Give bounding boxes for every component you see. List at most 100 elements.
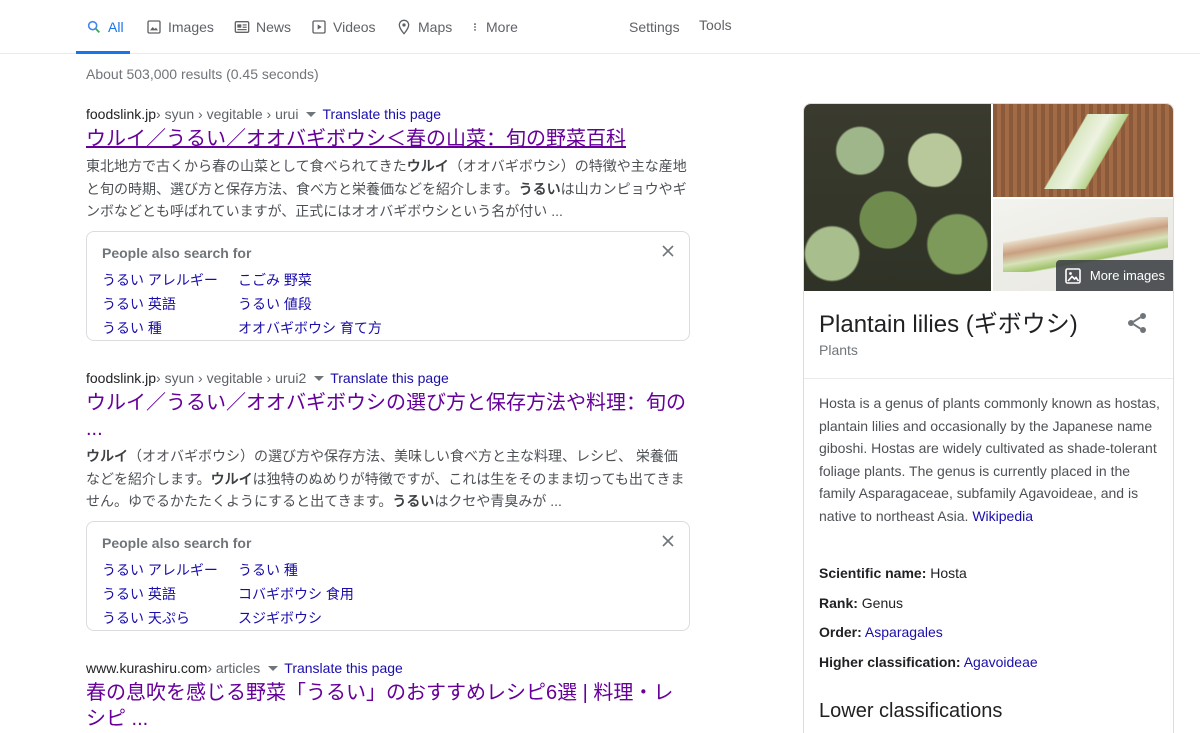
pasf-link[interactable]: うるい 英語 <box>102 582 238 606</box>
fact-rank: Rank: Genus <box>819 595 903 611</box>
translate-link[interactable]: Translate this page <box>322 106 441 122</box>
people-also-search-box: People also search for うるい アレルギー こごみ 野菜 … <box>86 231 690 341</box>
result-snippet: 東北地方で古くから春の山菜として食べられてきたウルイ（オオバギボウシ）の特徴や主… <box>86 155 690 223</box>
pasf-link[interactable]: うるい 値段 <box>238 292 438 316</box>
result-path: › articles <box>207 660 261 676</box>
pasf-link[interactable]: スジギボウシ <box>238 606 438 630</box>
search-icon <box>87 20 100 33</box>
pasf-link[interactable]: オオバギボウシ 育て方 <box>238 316 438 340</box>
search-result: foodslink.jp › syun › vegitable › urui T… <box>86 104 690 223</box>
search-result: foodslink.jp › syun › vegitable › urui2 … <box>86 368 690 513</box>
pasf-link[interactable]: うるい 天ぷら <box>102 606 238 630</box>
translate-link[interactable]: Translate this page <box>330 370 449 386</box>
result-stats: About 503,000 results (0.45 seconds) <box>86 66 319 82</box>
pasf-link[interactable]: うるい 英語 <box>102 292 238 316</box>
close-icon[interactable] <box>659 532 677 550</box>
caret-down-icon[interactable] <box>268 665 279 671</box>
pasf-title: People also search for <box>102 535 252 551</box>
result-url[interactable]: www.kurashiru.com › articles Translate t… <box>86 658 690 678</box>
caret-down-icon[interactable] <box>306 111 317 117</box>
result-url[interactable]: foodslink.jp › syun › vegitable › urui2 … <box>86 368 690 388</box>
hosta-garden-photo[interactable] <box>804 104 991 291</box>
result-snippet: ウルイ（オオバギボウシ）の選び方や保存方法、美味しい食べ方と主な料理、レシピ、 … <box>86 445 690 513</box>
image-collage: More images <box>804 104 1173 291</box>
pasf-link[interactable]: うるい 種 <box>102 316 238 340</box>
tab-videos[interactable]: Videos <box>311 0 376 54</box>
pasf-link[interactable]: うるい 種 <box>238 558 438 582</box>
tab-more-label: More <box>486 19 518 35</box>
snippet-highlight: ウルイ <box>86 448 128 464</box>
image-icon <box>147 20 161 34</box>
play-icon <box>312 20 326 34</box>
result-url[interactable]: foodslink.jp › syun › vegitable › urui T… <box>86 104 690 124</box>
tab-images-label: Images <box>168 19 214 35</box>
snippet-highlight: ウルイ <box>210 470 253 487</box>
pasf-link[interactable]: こごみ 野菜 <box>238 268 438 292</box>
people-also-search-box: People also search for うるい アレルギー うるい 種 う… <box>86 521 690 631</box>
tab-news[interactable]: News <box>234 0 291 54</box>
search-result: www.kurashiru.com › articles Translate t… <box>86 658 690 732</box>
settings-link[interactable]: Settings <box>629 0 680 54</box>
snippet-text: はクセや青臭みが ... <box>434 493 562 509</box>
tab-videos-label: Videos <box>333 19 376 35</box>
tools-link[interactable]: Tools <box>699 0 732 52</box>
fact-label: Scientific name: <box>819 565 927 581</box>
entity-subtitle: Plants <box>819 342 858 358</box>
result-domain: foodslink.jp <box>86 370 157 386</box>
newspaper-icon <box>234 21 250 33</box>
result-title-link[interactable]: 春の息吹を感じる野菜「うるい」のおすすめレシピ6選 | 料理・レシピ ... <box>86 680 690 732</box>
entity-description: Hosta is a genus of plants commonly know… <box>819 392 1164 527</box>
close-icon[interactable] <box>659 242 677 260</box>
fact-value: Genus <box>861 595 904 611</box>
snippet-text: 東北地方で古くから春の山菜として食べられてきた <box>86 158 407 174</box>
fact-higher-classification: Higher classification: Agavoideae <box>819 654 1038 670</box>
pasf-link[interactable]: うるい アレルギー <box>102 558 238 582</box>
description-text: Hosta is a genus of plants commonly know… <box>819 395 1160 524</box>
result-path: › syun › vegitable › urui <box>156 106 299 122</box>
pasf-title: People also search for <box>102 245 252 261</box>
result-domain: www.kurashiru.com <box>86 660 208 676</box>
pasf-grid: うるい アレルギー うるい 種 うるい 英語 コバギボウシ 食用 うるい 天ぷら… <box>102 558 438 630</box>
pasf-link[interactable]: うるい アレルギー <box>102 268 238 292</box>
snippet-highlight: うるい <box>518 180 561 197</box>
snippet-highlight: うるい <box>392 493 435 509</box>
image-icon <box>1065 267 1081 284</box>
tab-maps[interactable]: Maps <box>396 0 452 54</box>
fact-label: Rank: <box>819 595 858 611</box>
tab-all-label: All <box>108 19 124 35</box>
tab-maps-label: Maps <box>418 19 453 35</box>
pasf-link[interactable]: コバギボウシ 食用 <box>238 582 438 606</box>
fact-value: Hosta <box>930 565 967 581</box>
search-tabs-bar: All Images News Videos Maps More Setting… <box>0 0 1200 54</box>
tab-news-label: News <box>256 19 292 35</box>
divider <box>804 378 1173 379</box>
caret-down-icon[interactable] <box>314 375 325 381</box>
result-title-link[interactable]: ウルイ／うるい／オオバギボウシの選び方と保存方法や料理：旬の ... <box>86 390 690 442</box>
result-path: › syun › vegitable › urui2 <box>156 370 307 386</box>
lower-classifications-heading: Lower classifications <box>819 700 1003 722</box>
result-domain: foodslink.jp <box>86 106 157 122</box>
fact-label: Order: <box>819 624 862 640</box>
fact-value-link[interactable]: Asparagales <box>865 624 943 640</box>
snippet-highlight: ウルイ <box>406 158 449 174</box>
wikipedia-link[interactable]: Wikipedia <box>972 508 1033 524</box>
fact-order: Order: Asparagales <box>819 624 943 640</box>
tab-all[interactable]: All <box>76 0 130 54</box>
pasf-grid: うるい アレルギー こごみ 野菜 うるい 英語 うるい 値段 うるい 種 オオバ… <box>102 268 438 340</box>
fact-label: Higher classification: <box>819 654 961 670</box>
knowledge-panel: More images Plantain lilies (ギボウシ) Plant… <box>803 103 1174 733</box>
more-images-label: More images <box>1089 268 1165 283</box>
translate-link[interactable]: Translate this page <box>284 660 403 676</box>
more-vertical-icon <box>474 23 476 31</box>
entity-title: Plantain lilies (ギボウシ) <box>819 311 1078 338</box>
share-icon[interactable] <box>1125 311 1149 335</box>
settings-label: Settings <box>629 19 680 35</box>
fact-scientific-name: Scientific name: Hosta <box>819 565 967 581</box>
urui-stalks-photo[interactable] <box>993 104 1173 197</box>
tab-more[interactable]: More <box>470 0 518 54</box>
tab-images[interactable]: Images <box>146 0 214 54</box>
result-title-link[interactable]: ウルイ／うるい／オオバギボウシ＜春の山菜：旬の野菜百科 <box>86 126 690 152</box>
more-images-button[interactable]: More images <box>1055 260 1173 291</box>
tools-label: Tools <box>699 17 732 33</box>
fact-value-link[interactable]: Agavoideae <box>964 654 1038 670</box>
